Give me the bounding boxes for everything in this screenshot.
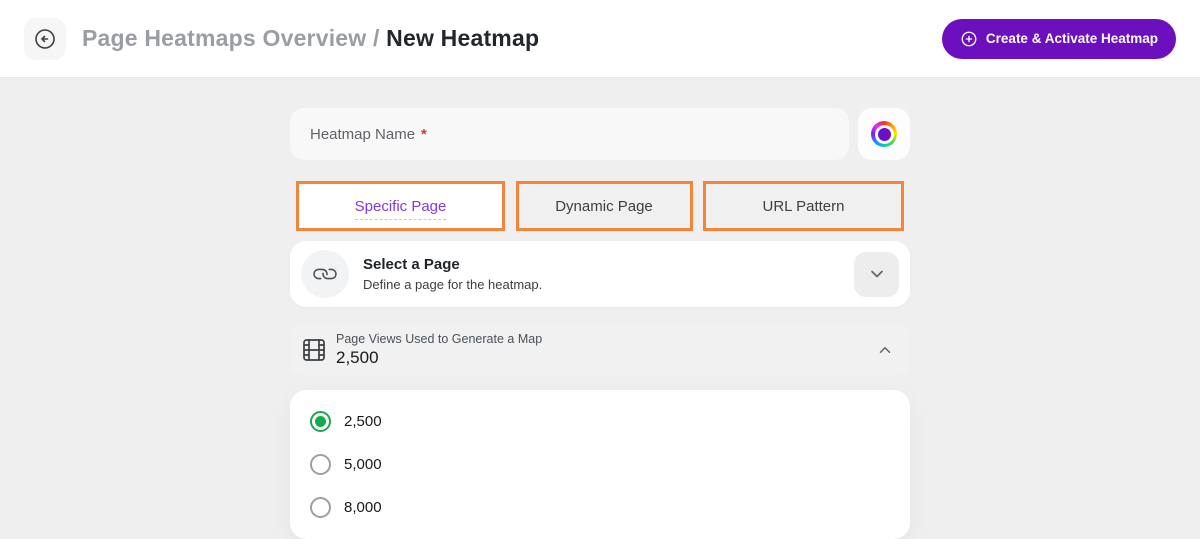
link-icon [314, 263, 336, 285]
page-views-options-card: 2,500 5,000 8,000 [290, 390, 910, 539]
radio-unselected-icon[interactable] [310, 497, 331, 518]
page-views-summary: Page Views Used to Generate a Map 2,500 [336, 332, 876, 368]
select-page-card[interactable]: Select a Page Define a page for the heat… [290, 241, 910, 307]
option-5000-label: 5,000 [344, 456, 382, 473]
chevron-up-icon [876, 341, 894, 359]
page-header: Page Heatmaps Overview / New Heatmap Cre… [0, 0, 1200, 78]
chevron-down-icon [867, 264, 887, 284]
breadcrumb: Page Heatmaps Overview / New Heatmap [82, 25, 539, 52]
tab-specific-page-label: Specific Page [355, 198, 447, 220]
required-asterisk: * [421, 126, 427, 143]
select-page-subtitle: Define a page for the heatmap. [363, 277, 854, 292]
color-picker-button[interactable] [858, 108, 910, 160]
option-2500-label: 2,500 [344, 413, 382, 430]
select-page-title: Select a Page [363, 256, 854, 273]
tab-dynamic-page-label: Dynamic Page [555, 198, 653, 215]
tab-specific-page[interactable]: Specific Page [296, 181, 505, 231]
option-8000-label: 8,000 [344, 499, 382, 516]
radio-selected-icon[interactable] [310, 411, 331, 432]
film-icon [302, 338, 326, 362]
tab-dynamic-page[interactable]: Dynamic Page [516, 181, 693, 231]
page-title: New Heatmap [386, 25, 539, 51]
heatmap-name-placeholder: Heatmap Name [310, 126, 415, 143]
heatmap-name-input[interactable]: Heatmap Name * [290, 108, 849, 160]
option-5000[interactable]: 5,000 [310, 443, 890, 486]
breadcrumb-parent[interactable]: Page Heatmaps Overview [82, 25, 366, 51]
radio-unselected-icon[interactable] [310, 454, 331, 475]
create-button-label: Create & Activate Heatmap [986, 31, 1158, 46]
tab-url-pattern-label: URL Pattern [763, 198, 845, 215]
page-type-tabs: Specific Page Dynamic Page URL Pattern [296, 181, 904, 231]
page-views-label: Page Views Used to Generate a Map [336, 332, 876, 346]
page-views-dropdown-header[interactable]: Page Views Used to Generate a Map 2,500 [290, 325, 910, 375]
breadcrumb-separator: / [373, 25, 386, 51]
select-page-text: Select a Page Define a page for the heat… [363, 256, 854, 292]
select-page-expand-button[interactable] [854, 252, 899, 297]
tab-url-pattern[interactable]: URL Pattern [703, 181, 904, 231]
create-activate-heatmap-button[interactable]: Create & Activate Heatmap [942, 19, 1176, 59]
back-button[interactable] [24, 18, 66, 60]
option-2500[interactable]: 2,500 [310, 400, 890, 443]
plus-circle-icon [960, 30, 978, 48]
new-heatmap-form: Heatmap Name * Specific Page Dynamic Pag… [290, 78, 910, 539]
option-8000[interactable]: 8,000 [310, 486, 890, 529]
page-views-current-value: 2,500 [336, 348, 876, 368]
arrow-left-circle-icon [33, 27, 57, 51]
link-icon-circle [301, 250, 349, 298]
color-wheel-icon [871, 121, 897, 147]
name-row: Heatmap Name * [290, 108, 910, 160]
